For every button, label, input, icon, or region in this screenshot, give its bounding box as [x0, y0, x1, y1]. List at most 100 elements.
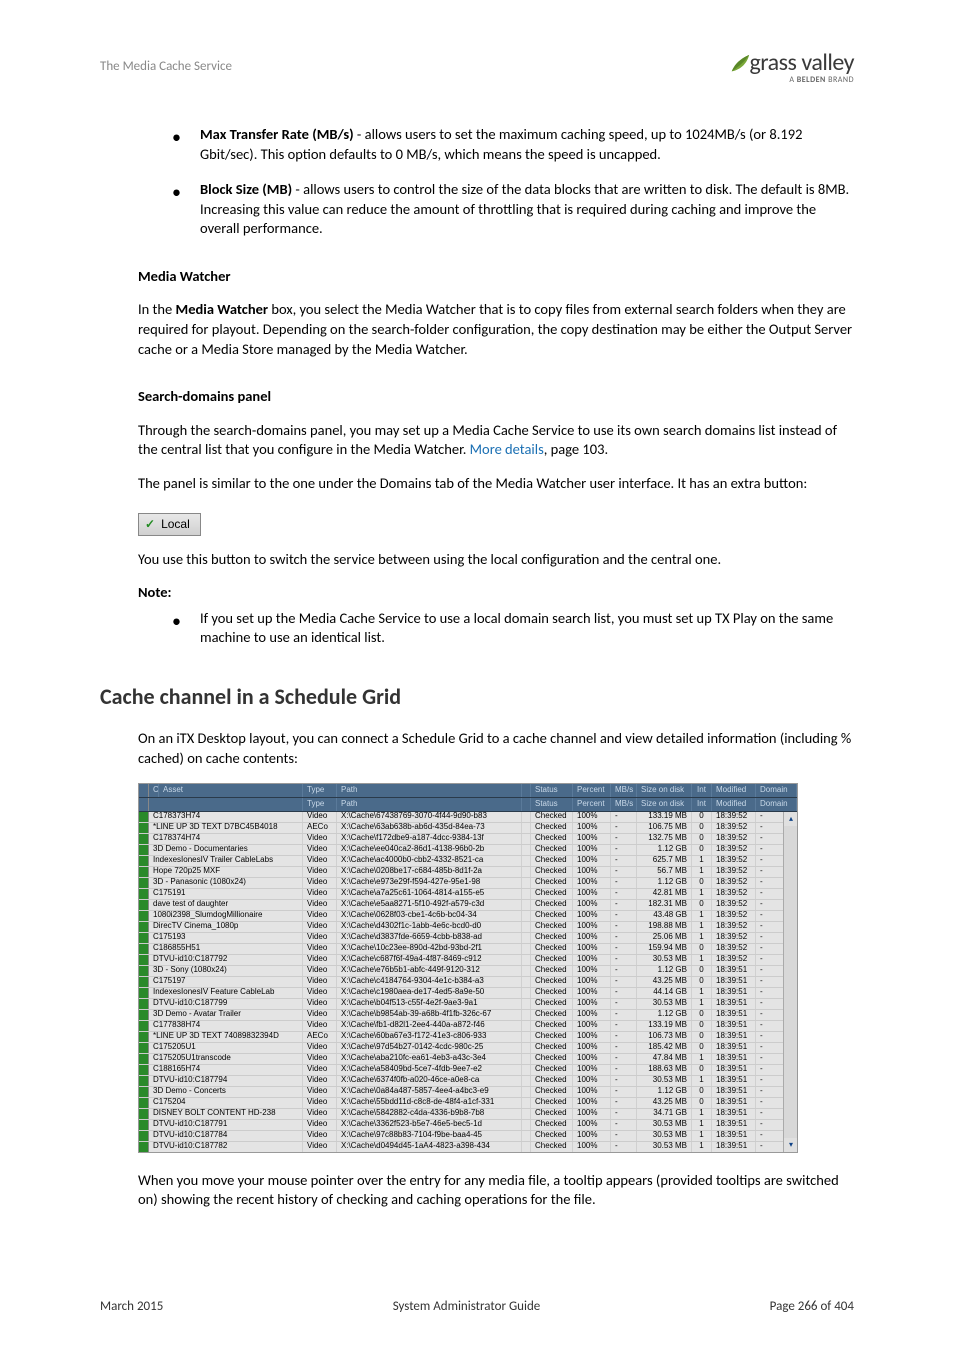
- status-square: [139, 1054, 149, 1064]
- cell-int: 0: [692, 944, 712, 954]
- cell-int: 1: [692, 1131, 712, 1141]
- table-row[interactable]: C175205U1VideoX:\Cache\97d54b27-0142-4cd…: [139, 1043, 797, 1054]
- cell-path: X:\Cache\e76b5b1-abfc-449f-9120-312: [337, 966, 522, 976]
- brand-logo: grass valley A BELDEN BRAND: [729, 48, 854, 85]
- search-domains-para2: The panel is similar to the one under th…: [138, 474, 854, 494]
- cell-size: 188.63 MB: [637, 1065, 692, 1075]
- cell-mbs: -: [611, 812, 637, 822]
- cell-int: 1: [692, 867, 712, 877]
- table-row[interactable]: DTVU-id10:C187792VideoX:\Cache\c687f6f-4…: [139, 955, 797, 966]
- table-row[interactable]: DTVU-id10:C187791VideoX:\Cache\3362f523-…: [139, 1120, 797, 1131]
- cell-mod: 18:39:51: [712, 988, 756, 998]
- local-button[interactable]: ✓Local: [138, 513, 201, 535]
- cell-path: X:\Cache\c687f6f-49a4-4f87-8469-c912: [337, 955, 522, 965]
- cell-path: X:\Cache\0208be17-c684-485b-8d1f-2a: [337, 867, 522, 877]
- table-row[interactable]: DTVU-id10:C187794VideoX:\Cache\6374f0fb-…: [139, 1076, 797, 1087]
- schedule-grid[interactable]: C Asset Type Path Status Percent MB/s Si…: [138, 783, 798, 1153]
- table-row[interactable]: IndexesIonesIV Feature CableLabVideoX:\C…: [139, 988, 797, 999]
- table-row[interactable]: 3D Demo - DocumentariesVideoX:\Cache\ee0…: [139, 845, 797, 856]
- scroll-down-icon[interactable]: ▾: [784, 1138, 797, 1152]
- cell-mbs: -: [611, 845, 637, 855]
- table-row[interactable]: C175193VideoX:\Cache\d3837fde-6659-4cbb-…: [139, 933, 797, 944]
- cell-int: 1: [692, 889, 712, 899]
- cell-size: 34.71 GB: [637, 1109, 692, 1119]
- cell-asset: DTVU-id10:C187791: [149, 1120, 303, 1130]
- cell-percent: 100%: [573, 867, 611, 877]
- more-details-link[interactable]: More details: [470, 440, 544, 458]
- cell-status: Checked: [531, 1109, 573, 1119]
- cell-int: 0: [692, 1065, 712, 1075]
- cell-type: AECo: [303, 1032, 337, 1042]
- table-row[interactable]: 3D Demo - ConcertsVideoX:\Cache\0a84a487…: [139, 1087, 797, 1098]
- cell-asset: C177838H74: [149, 1021, 303, 1031]
- cell-type: Video: [303, 999, 337, 1009]
- grid-header-row1: C Asset Type Path Status Percent MB/s Si…: [139, 784, 797, 798]
- cell-mod: 18:39:52: [712, 834, 756, 844]
- cell-mod: 18:39:51: [712, 1076, 756, 1086]
- table-row[interactable]: IndexesIonesIV Trailer CableLabsVideoX:\…: [139, 856, 797, 867]
- cell-size: 185.42 MB: [637, 1043, 692, 1053]
- table-row[interactable]: *LINE UP 3D TEXT 74089832394DAECoX:\Cach…: [139, 1032, 797, 1043]
- cell-int: 1: [692, 856, 712, 866]
- cell-int: 0: [692, 966, 712, 976]
- cell-asset: C188165H74: [149, 1065, 303, 1075]
- table-row[interactable]: DISNEY BOLT CONTENT HD-238VideoX:\Cache\…: [139, 1109, 797, 1120]
- cell-status: Checked: [531, 1076, 573, 1086]
- cell-type: Video: [303, 944, 337, 954]
- cell-int: 0: [692, 900, 712, 910]
- cell-int: 0: [692, 977, 712, 987]
- cell-int: 1: [692, 1109, 712, 1119]
- cell-size: 30.53 MB: [637, 1120, 692, 1130]
- table-row[interactable]: C175191VideoX:\Cache\a7a25c61-1064-4814-…: [139, 889, 797, 900]
- table-row[interactable]: Hope 720p25 MXFVideoX:\Cache\0208be17-c6…: [139, 867, 797, 878]
- table-row[interactable]: C188165H74VideoX:\Cache\a58409bd-5ce7-4f…: [139, 1065, 797, 1076]
- cell-int: 0: [692, 1010, 712, 1020]
- table-row[interactable]: *LINE UP 3D TEXT D7BC45B4018AECoX:\Cache…: [139, 823, 797, 834]
- cell-status: Checked: [531, 988, 573, 998]
- status-square: [139, 977, 149, 987]
- table-row[interactable]: DTVU-id10:C187799VideoX:\Cache\b04f513-c…: [139, 999, 797, 1010]
- table-row[interactable]: C178373H74VideoX:\Cache\67438769-3070-4f…: [139, 812, 797, 823]
- status-square: [139, 933, 149, 943]
- cell-asset: IndexesIonesIV Trailer CableLabs: [149, 856, 303, 866]
- cell-mbs: -: [611, 878, 637, 888]
- cell-path: X:\Cache\aba210fc-ea61-4eb3-a43c-3e4: [337, 1054, 522, 1064]
- cell-asset: C175205U1: [149, 1043, 303, 1053]
- table-row[interactable]: C177838H74VideoX:\Cache\fb1-d82l1-2ee4-4…: [139, 1021, 797, 1032]
- cell-path: X:\Cache\b9854ab-39-a68b-4f1fb-326c-67: [337, 1010, 522, 1020]
- cell-path: X:\Cache\ac4000b0-cbb2-4332-8521-ca: [337, 856, 522, 866]
- table-row[interactable]: 1080i2398_SlumdogMillionaireVideoX:\Cach…: [139, 911, 797, 922]
- table-row[interactable]: DirecTV Cinema_1080pVideoX:\Cache\d4302f…: [139, 922, 797, 933]
- cell-path: X:\Cache\a7a25c61-1064-4814-a155-e5: [337, 889, 522, 899]
- cell-percent: 100%: [573, 856, 611, 866]
- grid-body[interactable]: C178373H74VideoX:\Cache\67438769-3070-4f…: [139, 812, 797, 1152]
- table-row[interactable]: C186855H51VideoX:\Cache\10c23ee-890d-42b…: [139, 944, 797, 955]
- table-row[interactable]: DTVU-id10:C187784VideoX:\Cache\97c88b83-…: [139, 1131, 797, 1142]
- table-row[interactable]: DTVU-id10:C187782VideoX:\Cache\d0494d45-…: [139, 1142, 797, 1152]
- cell-mod: 18:39:52: [712, 845, 756, 855]
- table-row[interactable]: C175197VideoX:\Cache\c4184764-9304-4e1c-…: [139, 977, 797, 988]
- cell-asset: C175191: [149, 889, 303, 899]
- table-row[interactable]: 3D - Panasonic (1080x24)VideoX:\Cache\e9…: [139, 878, 797, 889]
- footer-page: Page 266 of 404: [770, 1299, 854, 1314]
- table-row[interactable]: C175204VideoX:\Cache\55bdd11d-c8c8-de-48…: [139, 1098, 797, 1109]
- cell-percent: 100%: [573, 900, 611, 910]
- table-row[interactable]: dave test of daughterVideoX:\Cache\e5aa8…: [139, 900, 797, 911]
- cell-mod: 18:39:51: [712, 966, 756, 976]
- cell-mbs: -: [611, 922, 637, 932]
- table-row[interactable]: 3D - Sony (1080x24)VideoX:\Cache\e76b5b1…: [139, 966, 797, 977]
- cell-percent: 100%: [573, 812, 611, 822]
- cache-channel-heading: Cache channel in a Schedule Grid: [100, 682, 854, 712]
- table-row[interactable]: C178374H74VideoX:\Cache\f172dbe9-a187-4d…: [139, 834, 797, 845]
- scrollbar[interactable]: ▴ ▾: [783, 812, 797, 1152]
- cell-path: X:\Cache\10c23ee-890d-42bd-93bd-2f1: [337, 944, 522, 954]
- cell-path: X:\Cache\e5aa8271-5f10-492f-a579-c3d: [337, 900, 522, 910]
- cell-percent: 100%: [573, 845, 611, 855]
- table-row[interactable]: 3D Demo - Avatar TrailerVideoX:\Cache\b9…: [139, 1010, 797, 1021]
- cell-asset: C178373H74: [149, 812, 303, 822]
- table-row[interactable]: C175205U1transcodeVideoX:\Cache\aba210fc…: [139, 1054, 797, 1065]
- cell-path: X:\Cache\d3837fde-6659-4cbb-b838-ad: [337, 933, 522, 943]
- scroll-up-icon[interactable]: ▴: [784, 812, 797, 826]
- cell-mod: 18:39:52: [712, 823, 756, 833]
- cell-percent: 100%: [573, 988, 611, 998]
